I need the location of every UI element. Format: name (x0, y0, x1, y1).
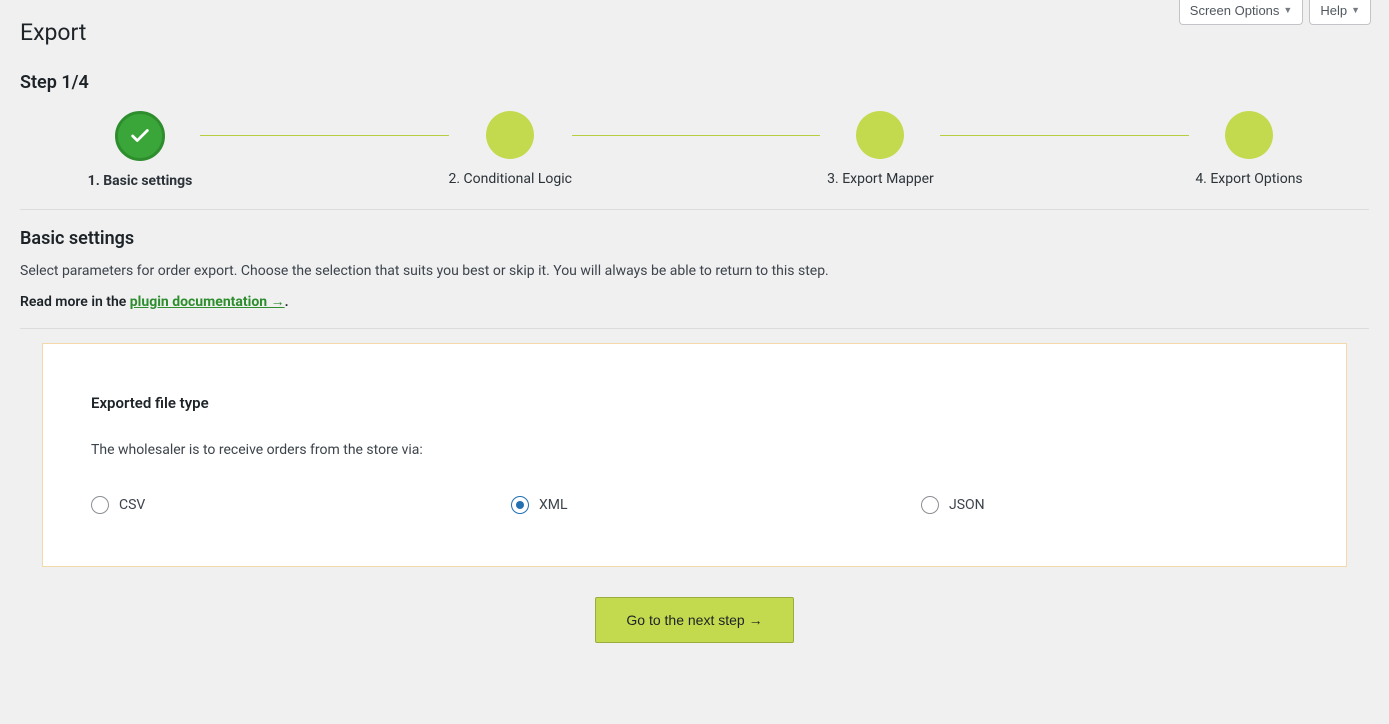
page-title: Export (20, 10, 1369, 50)
step-circle (1225, 111, 1273, 159)
read-more: Read more in the plugin documentation →. (20, 293, 1369, 310)
divider (20, 328, 1369, 329)
screen-options-button[interactable]: Screen Options ▼ (1179, 0, 1304, 25)
step-connector (572, 135, 821, 136)
step-label: 3. Export Mapper (827, 171, 934, 187)
radio-xml[interactable]: XML (511, 496, 921, 514)
radio-icon (91, 496, 109, 514)
step-export-mapper[interactable]: 3. Export Mapper (820, 111, 940, 187)
radio-dot (516, 501, 524, 509)
radio-label: CSV (119, 497, 145, 513)
screen-options-label: Screen Options (1190, 3, 1280, 19)
documentation-link[interactable]: plugin documentation → (130, 294, 285, 310)
card-heading: Exported file type (91, 394, 1298, 412)
step-label: 4. Export Options (1195, 171, 1302, 187)
check-icon (129, 125, 151, 147)
card-subtext: The wholesaler is to receive orders from… (91, 442, 1298, 458)
next-step-button[interactable]: Go to the next step → (595, 597, 793, 643)
chevron-down-icon: ▼ (1351, 5, 1360, 16)
step-basic-settings[interactable]: 1. Basic settings (80, 111, 200, 189)
file-type-options: CSV XML JSON (91, 496, 1298, 514)
step-label: 1. Basic settings (88, 173, 193, 189)
read-more-prefix: Read more in the (20, 294, 130, 310)
stepper: 1. Basic settings 2. Conditional Logic 3… (20, 111, 1369, 189)
read-more-suffix: . (285, 294, 289, 310)
step-circle (856, 111, 904, 159)
section-title: Basic settings (20, 228, 1369, 249)
step-circle (486, 111, 534, 159)
radio-csv[interactable]: CSV (91, 496, 511, 514)
chevron-down-icon: ▼ (1283, 5, 1292, 16)
section-description: Select parameters for order export. Choo… (20, 263, 1369, 279)
step-conditional-logic[interactable]: 2. Conditional Logic (449, 111, 572, 187)
radio-icon-selected (511, 496, 529, 514)
help-button[interactable]: Help ▼ (1309, 0, 1371, 25)
help-label: Help (1320, 3, 1347, 19)
step-connector (200, 135, 449, 136)
step-connector (940, 135, 1189, 136)
step-label: 2. Conditional Logic (449, 171, 572, 187)
step-circle-active (115, 111, 165, 161)
radio-label: XML (539, 497, 568, 513)
step-counter: Step 1/4 (20, 72, 1369, 93)
divider (20, 209, 1369, 210)
radio-icon (921, 496, 939, 514)
radio-label: JSON (949, 497, 985, 513)
step-export-options[interactable]: 4. Export Options (1189, 111, 1309, 187)
radio-json[interactable]: JSON (921, 496, 1298, 514)
file-type-card: Exported file type The wholesaler is to … (42, 343, 1347, 567)
